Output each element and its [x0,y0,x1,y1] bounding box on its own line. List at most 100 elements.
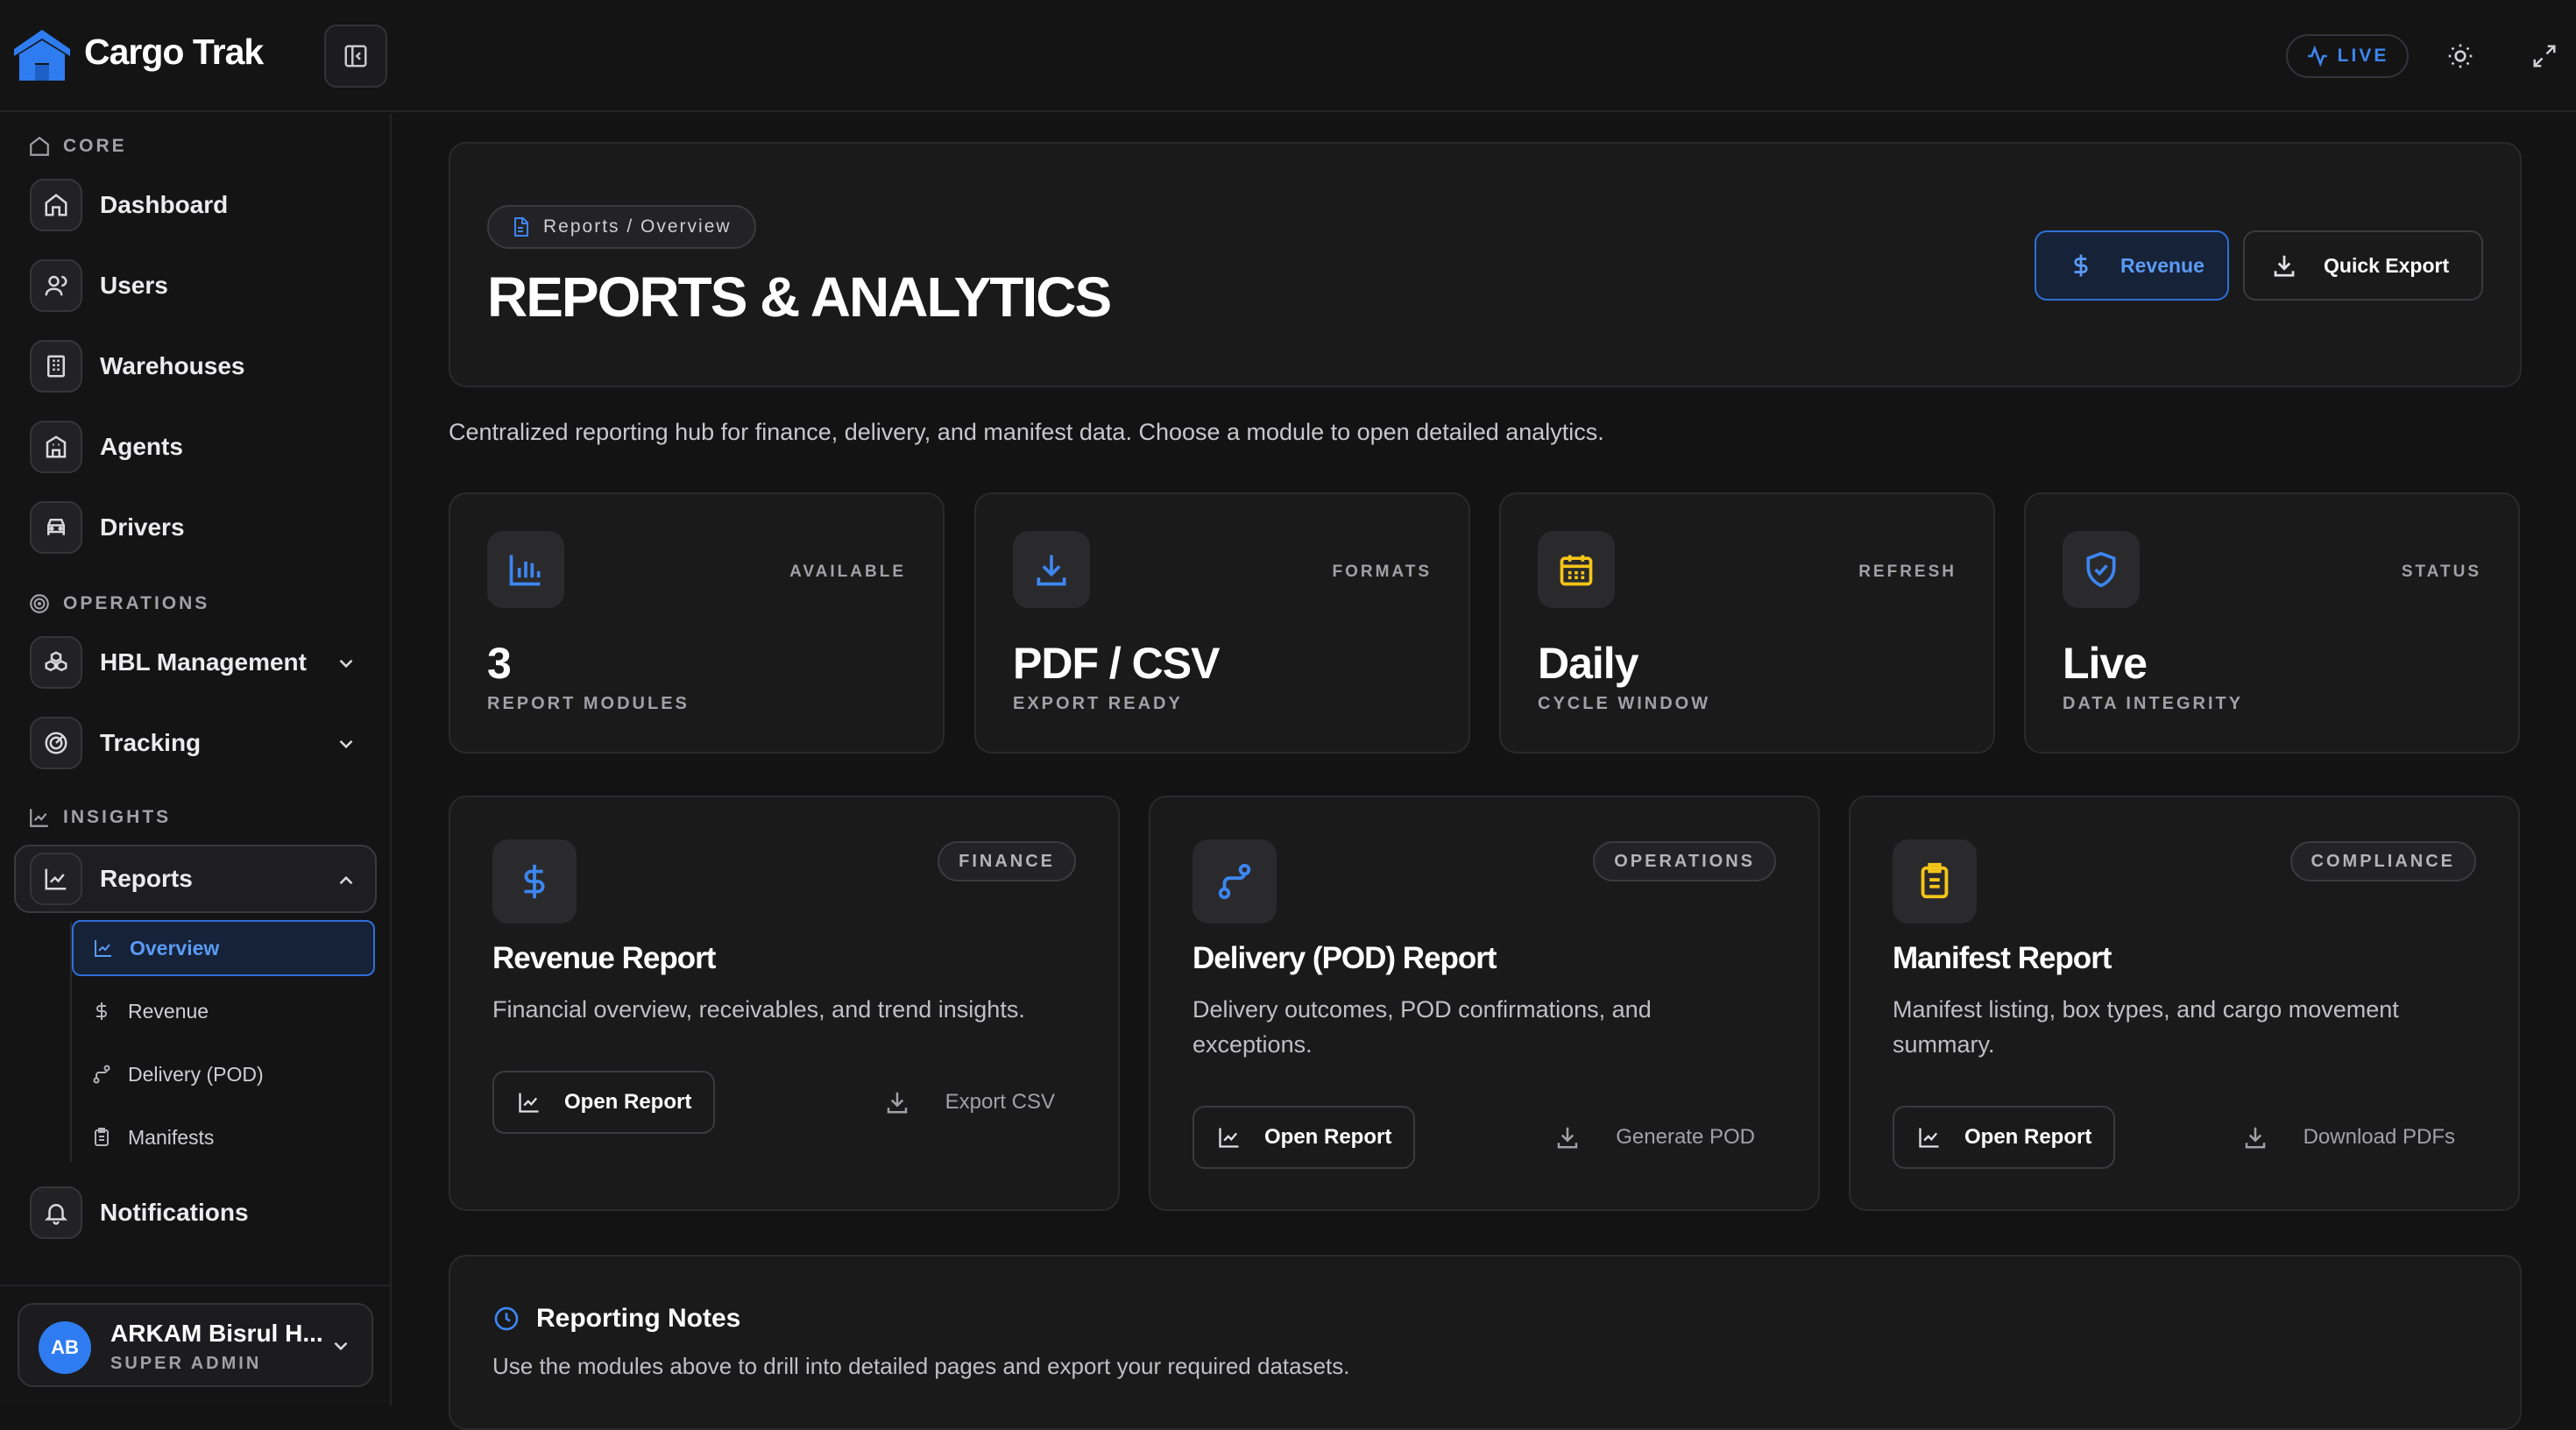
sidebar-collapse-button[interactable] [324,25,387,88]
theme-toggle-button[interactable] [2439,35,2481,77]
notes-text: Use the modules above to drill into deta… [492,1353,1350,1379]
clipboard-icon [95,1128,109,1146]
module-description: Financial overview, receivables, and tre… [492,996,1025,1023]
section-core: CORE [28,135,127,158]
sidebar-item-hbl-management[interactable]: HBL Management [30,629,375,696]
live-status-badge[interactable]: LIVE [2286,34,2409,78]
cargo-trak-logo[interactable] [12,28,72,82]
sidebar-item-users[interactable]: Users [30,252,375,319]
sidebar-item-warehouses[interactable]: Warehouses [30,333,375,400]
download-icon [1558,1127,1578,1149]
open-report-button[interactable]: Open Report [1192,1106,1415,1169]
stat-value: Daily [1538,639,1639,688]
stat-card-refresh: REFRESH Daily CYCLE WINDOW [1499,492,1995,754]
sun-icon [2448,44,2473,68]
sidebar-item-dashboard[interactable]: Dashboard [30,172,375,238]
module-card-manifest: COMPLIANCE Manifest Report Manifest list… [1849,796,2520,1211]
shield-check-icon [2063,531,2140,608]
module-title: Revenue Report [492,941,716,975]
chevron-down-icon [339,740,353,749]
bar-chart-icon [487,531,564,608]
notes-header: Reporting Notes [492,1304,740,1334]
sidebar-item-label: Tracking [100,729,202,756]
home-icon [30,136,49,156]
clipboard-icon [1893,839,1977,924]
sidebar-item-notifications[interactable]: Notifications [30,1179,375,1246]
quick-export-button[interactable]: Quick Export [2243,230,2483,301]
module-card-revenue: FINANCE Revenue Report Financial overvie… [449,796,1120,1211]
sidebar-item-drivers[interactable]: Drivers [30,494,375,561]
stat-value: 3 [487,639,512,688]
stat-caption: REPORT MODULES [487,694,690,713]
avatar: AB [39,1321,91,1374]
sidebar-subitem-revenue[interactable]: Revenue [72,983,375,1039]
download-icon [887,1092,907,1114]
user-role: SUPER ADMIN [110,1354,262,1373]
stat-tag: REFRESH [1858,563,1957,581]
module-description: Delivery outcomes, POD confirmations, an… [1192,996,1652,1058]
sidebar-subitem-manifests[interactable]: Manifests [72,1109,375,1165]
module-title: Manifest Report [1893,941,2112,975]
dollar-icon [492,839,577,924]
stat-caption: DATA INTEGRITY [2063,694,2244,713]
sidebar: CORE Dashboard Users Warehouses Agents D… [0,114,392,1405]
stat-value: PDF / CSV [1013,639,1220,688]
brand-name[interactable]: Cargo Trak [84,32,264,73]
generate-pod-button[interactable]: Generate POD [1554,1106,1755,1169]
line-chart-icon [30,853,82,905]
home-icon [30,179,82,231]
section-insights: INSIGHTS [28,806,171,829]
dollar-icon [96,1002,107,1020]
module-tag: FINANCE [938,841,1076,881]
boxes-icon [30,636,82,689]
chevron-down-icon [339,659,353,669]
stat-card-modules: AVAILABLE 3 REPORT MODULES [449,492,945,754]
line-chart-icon [1919,1128,1939,1148]
sidebar-item-reports[interactable]: Reports [14,845,377,913]
clock-icon [494,1306,519,1331]
stat-value: Live [2063,639,2148,688]
sidebar-item-label: Notifications [100,1199,249,1226]
route-icon [1192,839,1277,924]
sidebar-subitem-overview[interactable]: Overview [72,920,375,976]
module-title: Delivery (POD) Report [1192,941,1497,975]
route-icon [93,1065,110,1084]
top-bar: Cargo Trak LIVE [0,0,2576,112]
chevron-up-icon [339,875,353,885]
stat-card-formats: FORMATS PDF / CSV EXPORT READY [974,492,1470,754]
line-chart-icon [95,940,111,957]
reporting-notes-card: Reporting Notes Use the modules above to… [449,1255,2522,1430]
download-pdfs-button[interactable]: Download PDFs [2242,1106,2455,1169]
chevron-down-icon [334,1342,348,1351]
module-description: Manifest listing, box types, and cargo m… [1893,996,2399,1058]
stat-caption: EXPORT READY [1013,694,1183,713]
sidebar-item-label: Dashboard [100,191,229,218]
radar-icon [30,717,82,769]
sidebar-item-label: Warehouses [100,352,245,379]
export-csv-button[interactable]: Export CSV [884,1071,1055,1134]
open-report-button[interactable]: Open Report [1893,1106,2115,1169]
expand-icon [2533,45,2556,67]
sidebar-item-label: Reports [100,865,193,892]
stat-tag: FORMATS [1332,563,1432,581]
sidebar-item-agents[interactable]: Agents [30,414,375,480]
sidebar-subitem-delivery[interactable]: Delivery (POD) [72,1046,375,1102]
download-icon [2245,1127,2265,1149]
line-chart-icon [1219,1128,1239,1148]
user-name: ARKAM Bisrul H... [110,1320,323,1347]
section-operations: OPERATIONS [28,592,209,615]
stat-card-status: STATUS Live DATA INTEGRITY [2024,492,2520,754]
sidebar-item-label: Agents [100,433,183,460]
download-icon [1013,531,1090,608]
open-report-button[interactable]: Open Report [492,1071,715,1134]
fullscreen-button[interactable] [2523,35,2565,77]
page-description: Centralized reporting hub for finance, d… [449,419,1604,445]
dollar-icon [2074,254,2088,277]
bell-icon [30,1186,82,1239]
line-chart-icon [30,809,48,827]
revenue-button[interactable]: Revenue [2035,230,2229,301]
sidebar-item-tracking[interactable]: Tracking [30,710,375,776]
stat-caption: CYCLE WINDOW [1538,694,1711,713]
target-icon [30,594,49,613]
user-profile-menu[interactable]: AB ARKAM Bisrul H... SUPER ADMIN [18,1303,373,1387]
